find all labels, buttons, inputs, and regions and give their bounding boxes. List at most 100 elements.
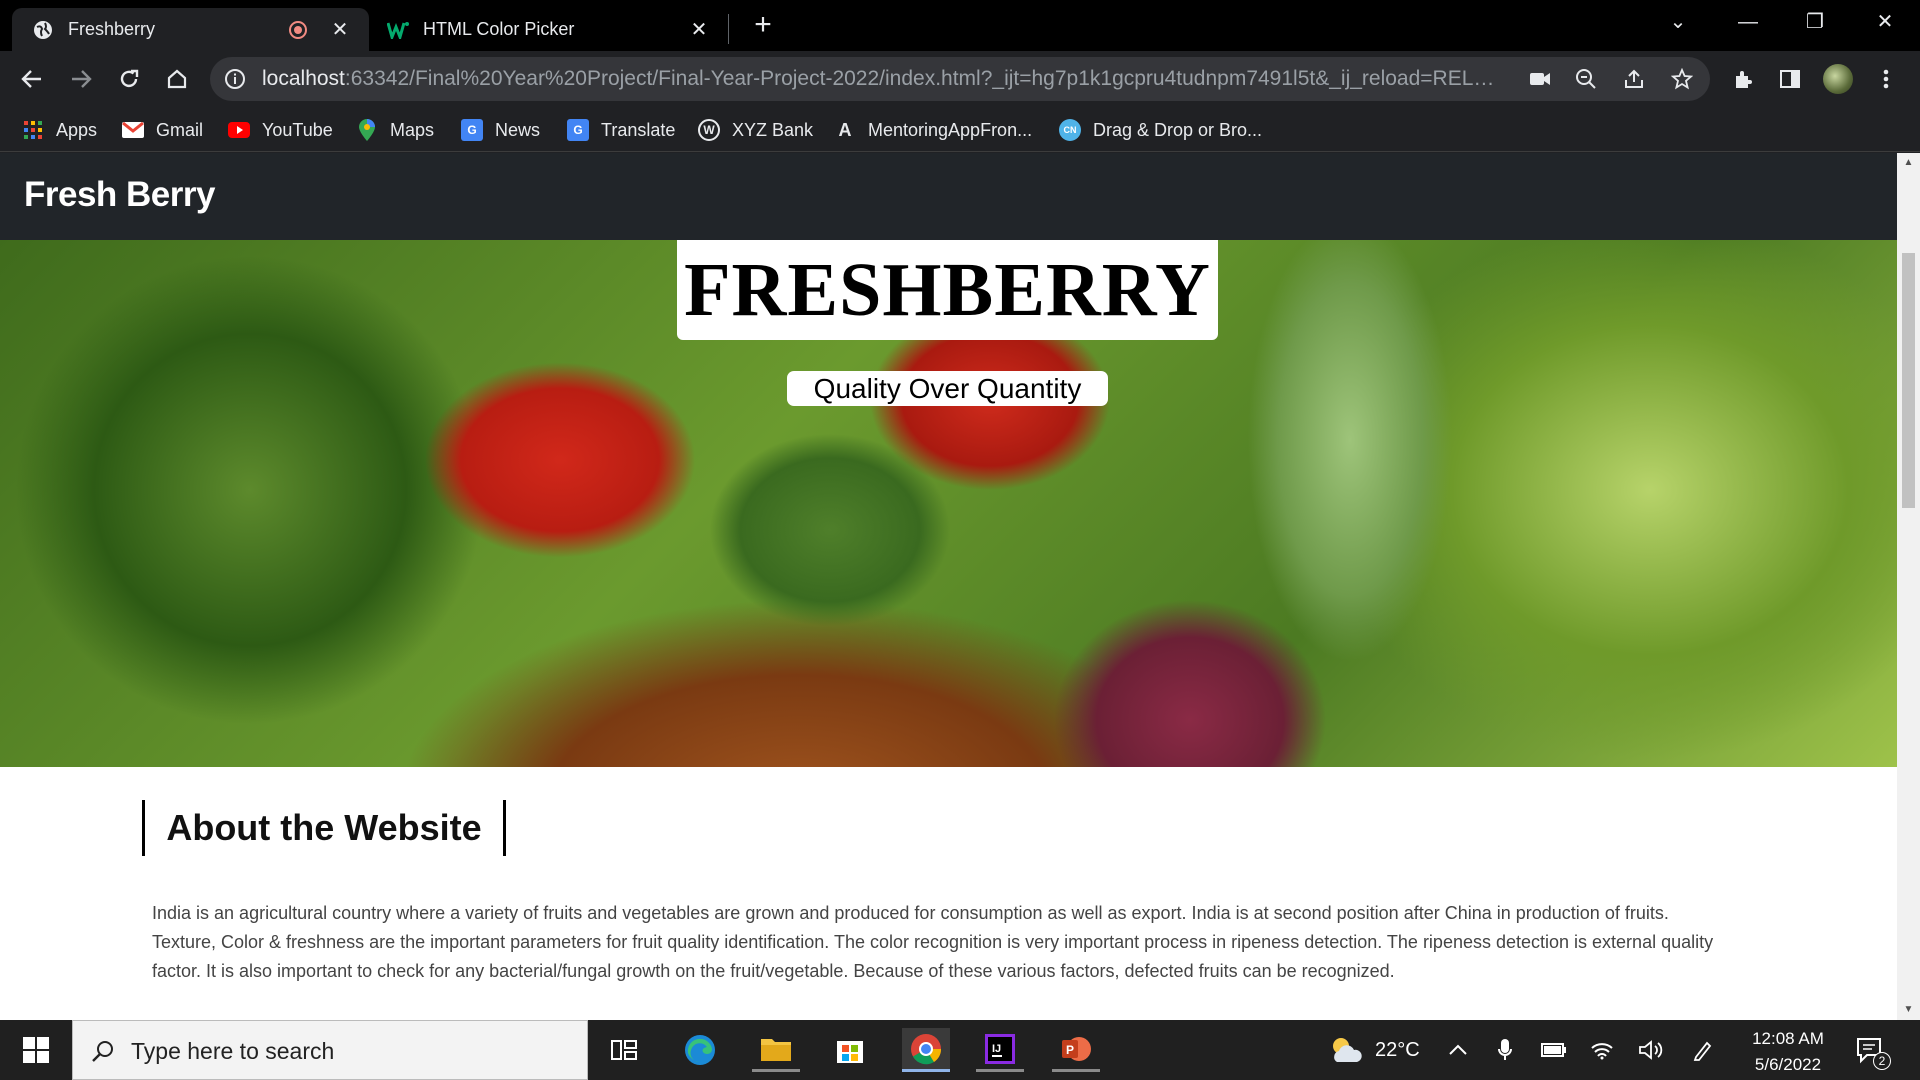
url-text[interactable]: localhost:63342/Final%20Year%20Project/F… (262, 67, 1502, 91)
hero-subtitle-box: Quality Over Quantity (787, 371, 1108, 406)
tab-freshberry[interactable]: Freshberry ✕ (12, 8, 369, 51)
cn-icon: CN (1059, 119, 1081, 141)
reload-button[interactable] (113, 63, 145, 95)
new-tab-button[interactable]: + (748, 10, 778, 40)
taskbar-clock[interactable]: 12:08 AM 5/6/2022 (1735, 1026, 1841, 1078)
notification-badge: 2 (1873, 1052, 1891, 1070)
task-view-icon[interactable] (600, 1028, 648, 1072)
chevron-up-icon (1449, 1044, 1467, 1055)
about-paragraph: India is an agricultural country where a… (152, 903, 1714, 981)
microphone-icon[interactable] (1497, 1020, 1513, 1080)
tab-title: HTML Color Picker (423, 19, 575, 39)
camera-blocked-icon[interactable] (1528, 67, 1552, 91)
bookmarks-bar: Apps Gmail YouTube Maps G News G Transla… (0, 107, 1920, 152)
globe-icon (32, 19, 54, 41)
tab-html-color-picker[interactable]: HTML Color Picker ✕ (373, 8, 728, 51)
close-window-button[interactable]: ✕ (1860, 6, 1910, 38)
info-icon[interactable] (224, 68, 246, 90)
brand-link[interactable]: Fresh Berry (24, 175, 215, 215)
notification-center-icon[interactable]: 2 (1855, 1020, 1891, 1080)
scroll-up-arrow[interactable]: ▲ (1897, 153, 1920, 173)
clock-time: 12:08 AM (1752, 1029, 1824, 1048)
tab-separator (728, 14, 729, 44)
bookmark-label: Drag & Drop or Bro... (1093, 119, 1263, 140)
close-tab-icon[interactable]: ✕ (329, 19, 351, 41)
powerpoint-icon[interactable]: P (1052, 1028, 1100, 1072)
show-hidden-icons[interactable] (1448, 1020, 1468, 1080)
browser-toolbar: localhost:63342/Final%20Year%20Project/F… (0, 51, 1920, 107)
bookmark-mentoring-app[interactable]: A MentoringAppFron... (834, 115, 1033, 145)
bookmark-label: News (495, 119, 541, 140)
microsoft-store-icon[interactable] (826, 1028, 874, 1072)
bookmark-label: MentoringAppFron... (868, 119, 1033, 140)
apps-grid-icon (22, 119, 44, 141)
bookmark-news[interactable]: G News (461, 115, 540, 145)
bookmark-translate[interactable]: G Translate (567, 115, 675, 145)
weather-widget[interactable]: 22°C (1327, 1020, 1420, 1080)
arrow-left-icon (21, 70, 41, 88)
search-icon (92, 1041, 113, 1062)
page-scrollbar[interactable]: ▲ ▼ (1897, 153, 1920, 1020)
about-heading-box: About the Website (142, 800, 506, 856)
windows-logo-icon (23, 1037, 49, 1063)
about-title: About the Website (166, 807, 482, 848)
side-panel-icon[interactable] (1774, 63, 1806, 95)
hero-title-box: FRESHBERRY (677, 240, 1218, 340)
minimize-button[interactable]: — (1723, 6, 1773, 38)
file-explorer-icon[interactable] (752, 1028, 800, 1072)
bookmark-youtube[interactable]: YouTube (228, 115, 333, 145)
taskbar-search[interactable]: Type here to search (72, 1020, 588, 1080)
intellij-icon[interactable]: IJ (976, 1028, 1024, 1072)
wifi-icon[interactable] (1590, 1020, 1614, 1080)
arrow-right-icon (72, 70, 92, 88)
bookmark-label: Maps (390, 119, 435, 140)
bookmark-label: Translate (601, 119, 676, 140)
gmail-icon (122, 119, 144, 141)
restore-button[interactable]: ❐ (1790, 6, 1840, 38)
wordpress-icon: W (698, 119, 720, 141)
profile-avatar[interactable] (1822, 63, 1854, 95)
w3schools-icon (387, 19, 409, 41)
windows-taskbar: Type here to search IJ P 22°C 12:08 AM 5… (0, 1020, 1920, 1080)
hero-title: FRESHBERRY (684, 247, 1211, 332)
svg-text:IJ: IJ (992, 1043, 1001, 1055)
volume-icon[interactable] (1638, 1020, 1664, 1080)
extensions-icon[interactable] (1727, 63, 1759, 95)
home-icon (167, 69, 187, 89)
zoom-icon[interactable] (1574, 67, 1598, 91)
scroll-down-arrow[interactable]: ▼ (1897, 1000, 1920, 1020)
chrome-icon[interactable] (902, 1028, 950, 1072)
angular-icon: A (838, 119, 852, 140)
forward-button[interactable] (65, 63, 97, 95)
back-button[interactable] (16, 63, 48, 95)
bookmark-label: Apps (56, 119, 98, 140)
tab-title: Freshberry (68, 19, 156, 39)
partly-cloudy-icon (1333, 1038, 1362, 1062)
bookmark-apps[interactable]: Apps (22, 115, 97, 145)
address-bar[interactable]: localhost:63342/Final%20Year%20Project/F… (210, 57, 1710, 101)
pen-icon[interactable] (1692, 1020, 1714, 1080)
bookmark-gmail[interactable]: Gmail (122, 115, 203, 145)
bookmark-drag-drop[interactable]: CN Drag & Drop or Bro... (1059, 115, 1262, 145)
recording-icon (289, 20, 307, 39)
tab-search-icon[interactable]: ⌄ (1653, 6, 1703, 38)
close-tab-icon[interactable]: ✕ (688, 19, 710, 41)
edge-icon[interactable] (676, 1028, 724, 1072)
bookmark-xyz-bank[interactable]: W XYZ Bank (698, 115, 813, 145)
menu-kebab-icon[interactable] (1870, 63, 1902, 95)
bookmark-star-icon[interactable] (1670, 67, 1694, 91)
start-button[interactable] (0, 1020, 72, 1080)
scroll-thumb[interactable] (1902, 253, 1915, 508)
home-button[interactable] (161, 63, 193, 95)
bookmark-label: XYZ Bank (732, 119, 814, 140)
tab-strip: Freshberry ✕ HTML Color Picker ✕ + ⌄ — ❐… (0, 0, 1920, 51)
page-viewport: Fresh Berry FRESHBERRY Quality Over Quan… (0, 153, 1897, 1020)
maps-icon (356, 119, 378, 141)
share-icon[interactable] (1622, 67, 1646, 91)
hero-subtitle: Quality Over Quantity (813, 372, 1082, 404)
battery-icon[interactable] (1541, 1020, 1567, 1080)
youtube-icon (228, 119, 250, 141)
bookmark-label: YouTube (262, 119, 333, 140)
bookmark-maps[interactable]: Maps (356, 115, 434, 145)
search-placeholder: Type here to search (131, 1038, 335, 1064)
